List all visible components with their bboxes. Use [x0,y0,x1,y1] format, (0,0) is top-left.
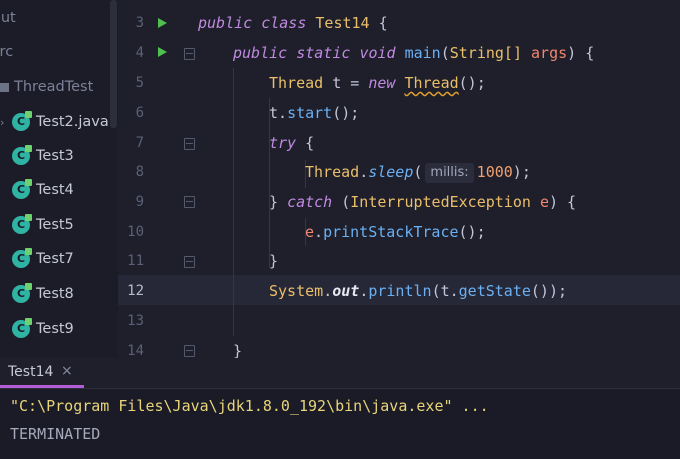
tab-test14[interactable]: Test14 × [0,358,84,388]
parameter-hint: millis: [425,163,474,183]
tree-item-label: Test9 [36,321,74,337]
fold-icon[interactable] [184,345,195,357]
code-line-8: Thread.sleep(millis: 1000); [305,163,531,183]
tree-item-label: Test4 [36,182,74,198]
fold-icon[interactable] [184,48,195,60]
java-class-icon [12,283,32,303]
line-number: 4 [135,45,144,61]
tree-item-test2[interactable]: › Test2.java [0,110,109,134]
run-command-line: "C:\Program Files\Java\jdk1.8.0_192\bin\… [10,397,489,415]
tree-item-test7[interactable]: Test7 [12,247,74,271]
code-line-7: try { [269,134,315,152]
java-class-icon [12,179,32,199]
run-tab-bar: Test14 × [0,358,680,389]
code-line-6: t.start(); [269,104,360,122]
package-icon [0,82,9,92]
tree-item-label: Test3 [36,148,74,164]
tree-item-out[interactable]: out [0,6,16,30]
tree-item-test5[interactable]: Test5 [12,213,74,237]
code-line-14: } [233,342,243,358]
tree-item-src[interactable]: src [0,40,13,64]
line-number: 6 [135,105,144,121]
tree-item-label: Test5 [36,217,74,233]
line-number: 10 [127,224,144,240]
run-output-line: TERMINATED [10,425,101,443]
chevron-right-icon[interactable]: › [0,116,4,129]
run-class-icon[interactable] [158,18,167,28]
close-icon[interactable]: × [61,363,73,379]
code-line-9: } catch (InterruptedException e) { [269,193,577,211]
fold-icon[interactable] [184,196,195,208]
code-line-12: System.out.println(t.getState()); [269,282,568,300]
code-line-3: public class Test14 { [198,14,388,32]
fold-icon[interactable] [184,138,195,150]
fold-icon[interactable] [184,256,195,268]
tree-item-test3[interactable]: Test3 [12,144,74,168]
java-class-icon [12,145,32,165]
line-number: 12 [127,283,144,299]
code-line-10: e.printStackTrace(); [305,223,486,241]
code-line-4: public static void main(String[] args) { [233,44,595,62]
line-number: 11 [127,253,144,269]
code-editor[interactable]: 3 4 5 6 7 8 9 10 11 12 13 14 public clas… [118,0,680,358]
tree-item-label: Test8 [36,286,74,302]
tree-item-label: ThreadTest [14,79,94,95]
tree-item-label: Test7 [36,251,74,267]
java-class-icon [12,111,32,131]
line-number: 9 [135,194,144,210]
active-tab-indicator [0,385,84,388]
java-class-icon [12,248,32,268]
line-number: 5 [135,75,144,91]
line-number: 13 [127,313,144,329]
code-line-11: } [269,252,279,270]
tree-item-test4[interactable]: Test4 [12,178,74,202]
tree-item-threadtest[interactable]: ThreadTest [0,75,93,99]
line-number: 14 [127,343,144,358]
tree-item-test9[interactable]: Test9 [12,317,74,341]
project-tree: out src ThreadTest › Test2.java Test3 Te… [0,0,118,358]
line-number: 7 [135,135,144,151]
tab-label: Test14 [8,364,54,380]
tree-item-test8[interactable]: Test8 [12,282,74,306]
code-line-5: Thread t = new Thread(); [269,74,486,92]
line-number: 3 [135,15,144,31]
run-main-icon[interactable] [158,47,167,57]
tree-item-label: src [0,44,14,60]
indent-guide [233,68,234,336]
line-number: 8 [135,164,144,180]
sidebar-scrollbar[interactable] [110,0,117,128]
tree-item-label: Test2.java [36,114,109,130]
java-class-icon [12,214,32,234]
run-tool-window: Test14 × "C:\Program Files\Java\jdk1.8.0… [0,358,680,459]
java-class-icon [12,318,32,338]
tree-item-label: out [0,10,16,26]
